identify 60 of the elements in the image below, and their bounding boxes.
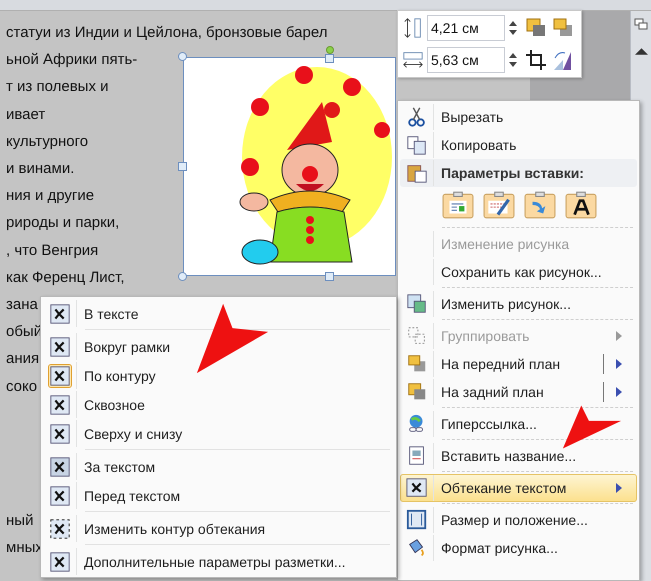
text-line: ьной Африки пять-	[6, 50, 138, 70]
paste-picture-icon[interactable]	[524, 189, 556, 221]
size-field[interactable]: 5,63 см	[427, 47, 505, 73]
menu-item[interactable]: Вставить название...	[400, 442, 637, 470]
menu-item[interactable]: На передний план	[400, 350, 637, 378]
menu-item[interactable]: Изменить контур обтекания	[43, 514, 394, 543]
size-field[interactable]: 4,21 см	[427, 15, 505, 41]
text-line: соко	[6, 376, 38, 397]
resize-handle[interactable]	[325, 54, 334, 63]
clipboard-icon	[406, 162, 428, 184]
text-line: статуи из Индии и Цейлона, бронзовые барел	[6, 23, 328, 43]
text-line: , что Венгрия	[6, 240, 98, 261]
text-line: рироды и парки,	[6, 213, 120, 234]
split-window-icon[interactable]	[634, 17, 648, 31]
text-line: и винами.	[6, 159, 74, 180]
text-line: т из полевых и	[6, 77, 108, 98]
menu-item[interactable]: Вырезать	[400, 103, 637, 131]
text-line: зана	[6, 295, 38, 316]
spinner-icon[interactable]	[509, 53, 517, 67]
resize-handle[interactable]	[178, 162, 187, 171]
paste-merge-icon[interactable]	[483, 189, 515, 221]
crop-icon[interactable]	[524, 48, 548, 72]
menu-item[interactable]: Сверху и снизу	[43, 419, 394, 448]
height-icon	[402, 17, 424, 39]
menu-item[interactable]: Формат рисунка...	[400, 534, 637, 562]
text-line: как Ференц Лист,	[6, 268, 125, 288]
menu-item[interactable]: Сквозное	[43, 390, 394, 419]
text-line: культурного	[6, 132, 88, 152]
text-line: ивает	[6, 104, 46, 125]
wrap-text-icon	[406, 477, 428, 499]
menu-item[interactable]: Перед текстом	[43, 481, 394, 510]
picture-icon	[406, 293, 428, 315]
menu-item[interactable]: Размер и положение...	[400, 506, 637, 534]
menu-item[interactable]: Копировать	[400, 131, 637, 159]
menu-item[interactable]: Сохранить как рисунок...	[400, 258, 637, 286]
menu-item[interactable]: Вокруг рамки	[43, 332, 394, 361]
text-line: ный	[6, 510, 34, 531]
size-frame-icon	[406, 509, 428, 531]
menu-item[interactable]: На задний план	[400, 378, 637, 406]
submenu-arrow-icon	[616, 387, 622, 397]
menu-item[interactable]: По контуру	[43, 361, 394, 390]
copy-icon	[406, 134, 428, 156]
menu-item[interactable]: Параметры вставки:	[400, 159, 637, 187]
text-line: ния и другие	[6, 186, 94, 206]
submenu-arrow-icon	[616, 331, 622, 341]
text-line: ания	[6, 349, 40, 370]
paste-keep-format-icon[interactable]	[442, 189, 474, 221]
menu-item[interactable]: За текстом	[43, 452, 394, 481]
submenu-arrow-icon	[616, 483, 622, 493]
menu-item[interactable]: Обтекание текстом	[400, 474, 637, 502]
menu-item[interactable]: Изменить рисунок...	[400, 290, 637, 318]
scroll-up-icon[interactable]	[634, 47, 648, 55]
group-icon	[406, 325, 428, 347]
menu-item[interactable]: Гиперссылка...	[400, 410, 637, 438]
spinner-icon[interactable]	[509, 21, 517, 35]
submenu-arrow-icon	[616, 359, 622, 369]
menu-item[interactable]: В тексте	[43, 299, 394, 328]
resize-handle[interactable]	[325, 272, 334, 281]
paste-text-only-icon[interactable]	[565, 189, 597, 221]
menu-item[interactable]: Дополнительные параметры разметки...	[43, 547, 394, 576]
